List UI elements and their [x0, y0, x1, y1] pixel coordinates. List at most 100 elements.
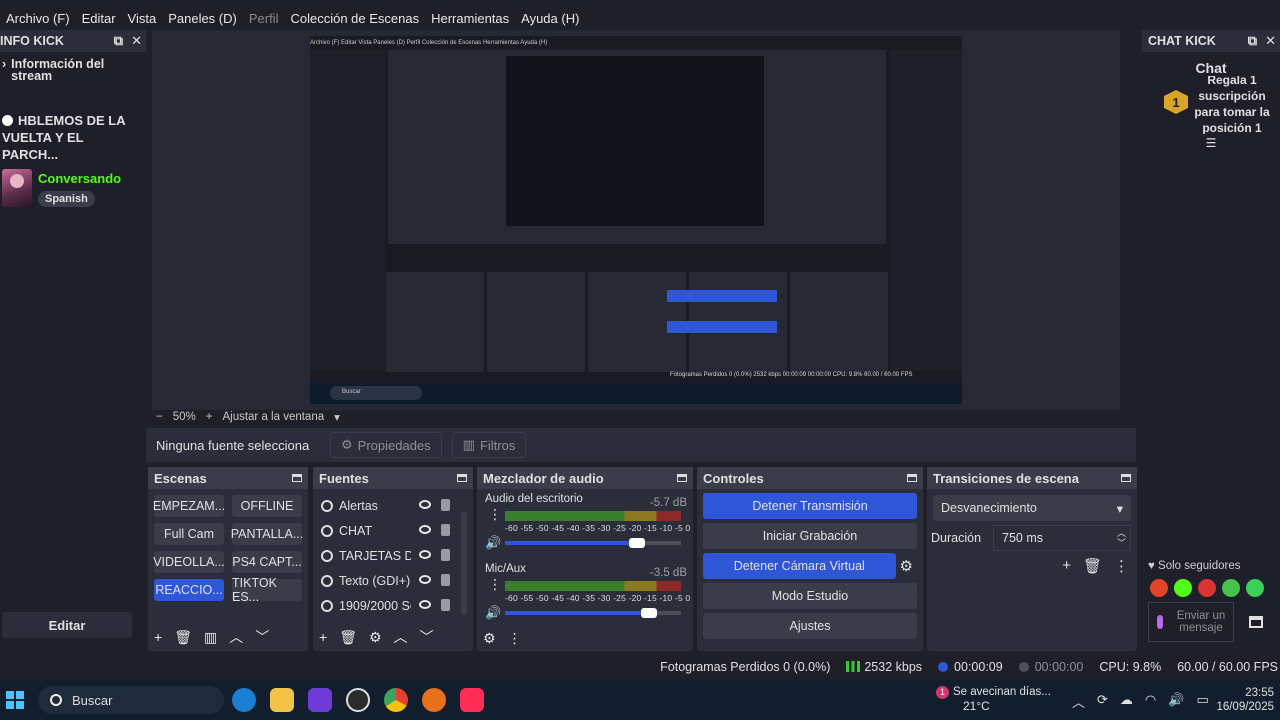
edge-icon[interactable]: [232, 688, 256, 712]
lock-icon[interactable]: [441, 499, 450, 511]
trash-icon[interactable]: 🗑: [339, 629, 357, 646]
filters-button[interactable]: ▥ Filtros: [451, 432, 527, 458]
scene-button[interactable]: OFFLINE: [232, 495, 302, 517]
stepper-icon[interactable]: ︿ ﹀: [1117, 528, 1126, 548]
float-icon[interactable]: [1121, 474, 1131, 482]
cloud-icon[interactable]: ☁: [1120, 692, 1133, 711]
float-icon[interactable]: ⧉: [114, 33, 123, 49]
menu-editar[interactable]: Editar: [76, 11, 122, 26]
lock-icon[interactable]: [441, 574, 450, 586]
volume-icon[interactable]: 🔊: [1168, 692, 1184, 711]
float-icon[interactable]: ⧉: [1248, 33, 1257, 49]
speaker-icon[interactable]: 🔊: [485, 605, 501, 621]
menu-perfil[interactable]: Perfil: [243, 11, 285, 26]
emote-icon[interactable]: [1198, 579, 1216, 597]
windows-start-icon[interactable]: [6, 691, 24, 709]
stop-stream-button[interactable]: Detener Transmisión: [703, 493, 917, 519]
source-item[interactable]: Alertas: [313, 493, 473, 518]
more-options-icon[interactable]: ⋮: [1114, 557, 1129, 575]
menu-archivo[interactable]: Archivo (F): [0, 11, 76, 26]
gear-icon[interactable]: ⚙: [369, 629, 382, 646]
more-options-icon[interactable]: ⋮: [508, 630, 522, 647]
scene-button-active[interactable]: REACCIO...: [154, 579, 224, 601]
chevron-up-icon[interactable]: ︿: [1072, 692, 1085, 711]
start-recording-button[interactable]: Iniciar Grabación: [703, 523, 917, 549]
close-icon[interactable]: ✕: [1265, 33, 1276, 49]
menu-paneles[interactable]: Paneles (D): [162, 11, 243, 26]
sources-scrollbar[interactable]: [461, 511, 467, 615]
duration-input[interactable]: 750 ms ︿ ﹀: [993, 525, 1131, 551]
more-options-icon[interactable]: ⋮: [488, 507, 502, 521]
volume-slider[interactable]: [505, 538, 681, 548]
trash-icon[interactable]: 🗑: [174, 629, 192, 646]
emote-icon[interactable]: [1174, 579, 1192, 597]
chevron-up-icon[interactable]: ︿: [229, 627, 243, 647]
chevron-down-icon[interactable]: ▾: [334, 410, 340, 424]
add-icon[interactable]: +: [154, 629, 162, 645]
emote-icon[interactable]: [1246, 579, 1264, 597]
expand-chevron-icon[interactable]: ☰: [1142, 136, 1280, 150]
more-options-icon[interactable]: ⋮: [488, 577, 502, 591]
chat-message-input[interactable]: Enviar un mensaje: [1148, 602, 1234, 642]
streamlabs-icon[interactable]: [308, 688, 332, 712]
menu-ayuda[interactable]: Ayuda (H): [515, 11, 585, 26]
scene-button[interactable]: TIKTOK ES...: [232, 576, 302, 604]
gear-icon[interactable]: ⚙: [900, 557, 913, 575]
chevron-down-icon[interactable]: ﹀: [420, 627, 434, 647]
add-icon[interactable]: +: [1062, 557, 1071, 575]
studio-mode-button[interactable]: Modo Estudio: [703, 583, 917, 609]
zoom-out-button[interactable]: −: [156, 411, 163, 423]
speaker-icon[interactable]: 🔊: [485, 535, 501, 551]
tiktok-icon[interactable]: [460, 688, 484, 712]
eye-icon[interactable]: [419, 575, 431, 584]
eye-icon[interactable]: [419, 550, 431, 559]
source-item[interactable]: TARJETAS DE F: [313, 543, 473, 568]
battery-icon[interactable]: ▭: [1196, 692, 1208, 711]
lock-icon[interactable]: [441, 599, 450, 611]
firefox-icon[interactable]: [422, 688, 446, 712]
store-icon[interactable]: [1249, 616, 1263, 628]
add-icon[interactable]: +: [319, 629, 327, 645]
source-item[interactable]: Texto (GDI+) 2: [313, 568, 473, 593]
taskbar-search[interactable]: Buscar: [38, 686, 224, 714]
float-icon[interactable]: [292, 474, 302, 482]
scene-button[interactable]: PS4 CAPT...: [232, 551, 302, 573]
lock-icon[interactable]: [441, 549, 450, 561]
float-icon[interactable]: [677, 474, 687, 482]
chevron-down-icon[interactable]: ﹀: [255, 627, 269, 647]
stop-virtual-camera-button[interactable]: Detener Cámara Virtual: [703, 553, 896, 579]
sync-icon[interactable]: ⟳: [1097, 692, 1108, 711]
menu-herramientas[interactable]: Herramientas: [425, 11, 515, 26]
properties-button[interactable]: ⚙ Propiedades: [330, 432, 442, 458]
eye-icon[interactable]: [419, 600, 431, 609]
transition-select[interactable]: Desvanecimiento ▾: [933, 495, 1131, 521]
settings-button[interactable]: Ajustes: [703, 613, 917, 639]
menu-vista[interactable]: Vista: [122, 11, 163, 26]
edit-stream-button[interactable]: Editar: [2, 612, 132, 638]
gear-icon[interactable]: ⚙: [483, 630, 496, 647]
emote-icon[interactable]: [1222, 579, 1240, 597]
wifi-icon[interactable]: ◠: [1145, 692, 1156, 711]
source-item[interactable]: CHAT: [313, 518, 473, 543]
fit-window-button[interactable]: Ajustar a la ventana: [222, 411, 324, 423]
source-item[interactable]: 1909/2000 Se: [313, 593, 473, 618]
emote-icon[interactable]: [1150, 579, 1168, 597]
obs-icon[interactable]: [346, 688, 370, 712]
trash-icon[interactable]: 🗑: [1083, 557, 1102, 575]
float-icon[interactable]: [907, 474, 917, 482]
slider-knob[interactable]: [629, 538, 645, 548]
close-icon[interactable]: ✕: [131, 33, 142, 49]
zoom-in-button[interactable]: +: [206, 411, 213, 423]
scene-button[interactable]: PANTALLA...: [231, 523, 303, 545]
menu-coleccion-escenas[interactable]: Colección de Escenas: [284, 11, 425, 26]
slider-knob[interactable]: [641, 608, 658, 618]
weather-widget[interactable]: 1 Se avecinan días... 21°C: [936, 685, 1051, 714]
scene-button[interactable]: Full Cam: [154, 523, 224, 545]
volume-slider[interactable]: [505, 608, 681, 618]
eye-icon[interactable]: [419, 525, 431, 534]
filter-icon[interactable]: ▥: [204, 629, 217, 646]
category-name[interactable]: Conversando: [38, 171, 121, 186]
chrome-icon[interactable]: [384, 688, 408, 712]
chevron-up-icon[interactable]: ︿: [394, 627, 408, 647]
file-explorer-icon[interactable]: [270, 688, 294, 712]
